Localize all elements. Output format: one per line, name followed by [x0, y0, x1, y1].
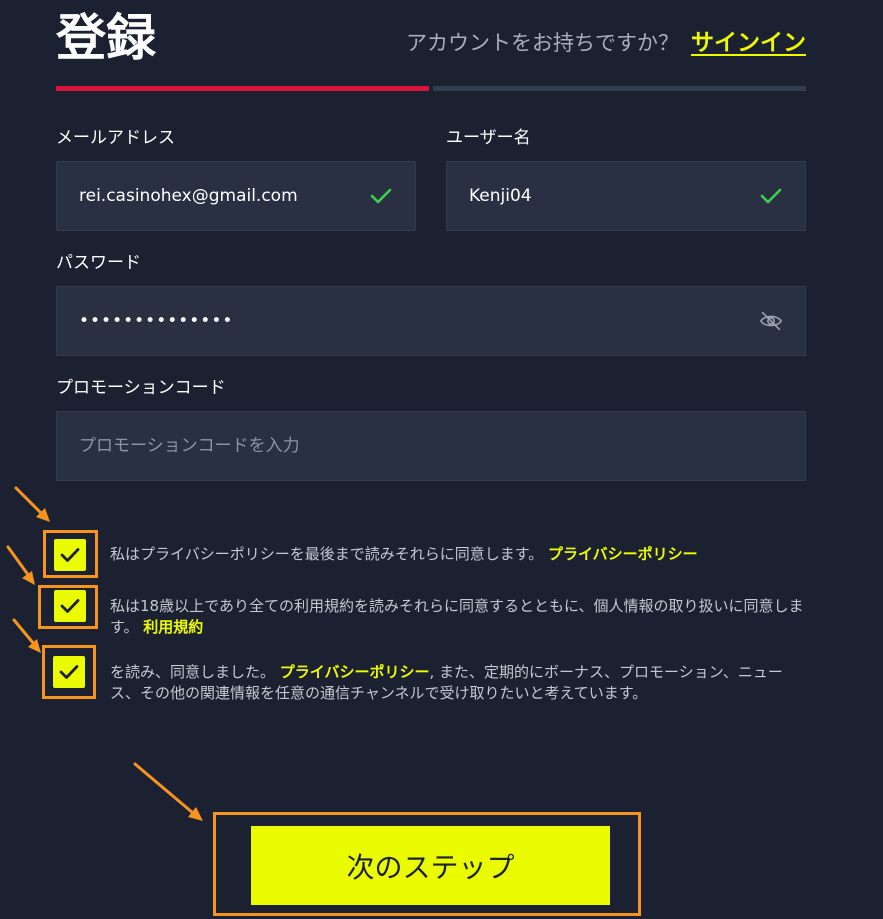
password-label: パスワード — [56, 253, 141, 273]
terms-agree-text: 私は18歳以上であり全ての利用規約を読みそれらに同意するとともに、個人情報の取り… — [110, 596, 810, 638]
annotation-arrow-icon — [6, 545, 35, 585]
next-step-button[interactable]: 次のステップ — [251, 826, 610, 905]
promo-code-input[interactable] — [57, 412, 805, 480]
privacy-agree-statement: 私はプライバシーポリシーを最後まで読みそれらに同意します。 — [110, 545, 544, 563]
progress-step-remaining — [433, 86, 806, 91]
privacy-agree-text: 私はプライバシーポリシーを最後まで読みそれらに同意します。 プライバシーポリシー — [110, 544, 810, 565]
password-field-container — [56, 286, 806, 356]
terms-agree-statement: 私は18歳以上であり全ての利用規約を読みそれらに同意するとともに、個人情報の取り… — [110, 597, 804, 636]
privacy-policy-link[interactable]: プライバシーポリシー — [548, 545, 698, 563]
email-field-container — [56, 161, 416, 231]
annotation-arrow-icon — [133, 762, 203, 821]
checkbox-check-icon — [60, 548, 80, 562]
signin-link[interactable]: サインイン — [691, 26, 806, 60]
username-valid-checkmark-icon — [759, 184, 783, 208]
checkbox-check-icon — [59, 665, 79, 679]
privacy-agree-checkbox[interactable] — [54, 539, 86, 571]
annotation-arrow-icon — [14, 486, 50, 522]
terms-of-use-link[interactable]: 利用規約 — [143, 618, 203, 636]
marketing-agree-text: を読み、同意しました。 プライバシーポリシー, また、定期的にボーナス、プロモー… — [110, 662, 810, 704]
password-field[interactable] — [57, 287, 759, 355]
progress-step-active — [56, 86, 429, 91]
marketing-privacy-policy-link[interactable]: プライバシーポリシー — [280, 663, 430, 681]
username-field[interactable] — [447, 162, 759, 230]
signin-prompt-row: アカウントをお持ちですか？ サインイン — [406, 26, 806, 60]
marketing-agree-prefix: を読み、同意しました。 — [110, 663, 276, 681]
username-label: ユーザー名 — [446, 128, 531, 148]
email-valid-checkmark-icon — [369, 184, 393, 208]
marketing-agree-checkbox[interactable] — [53, 656, 85, 688]
annotation-arrow-icon — [12, 618, 41, 653]
checkbox-check-icon — [60, 599, 80, 613]
signin-prompt-text: アカウントをお持ちですか？ — [406, 31, 679, 55]
email-label: メールアドレス — [56, 128, 175, 148]
username-field-container — [446, 161, 806, 231]
page-title: 登録 — [56, 9, 156, 67]
promo-code-label: プロモーションコード — [56, 378, 226, 398]
terms-agree-checkbox[interactable] — [54, 590, 86, 622]
eye-off-icon[interactable] — [759, 309, 783, 333]
email-field[interactable] — [57, 162, 369, 230]
promo-code-field-container — [56, 411, 806, 481]
